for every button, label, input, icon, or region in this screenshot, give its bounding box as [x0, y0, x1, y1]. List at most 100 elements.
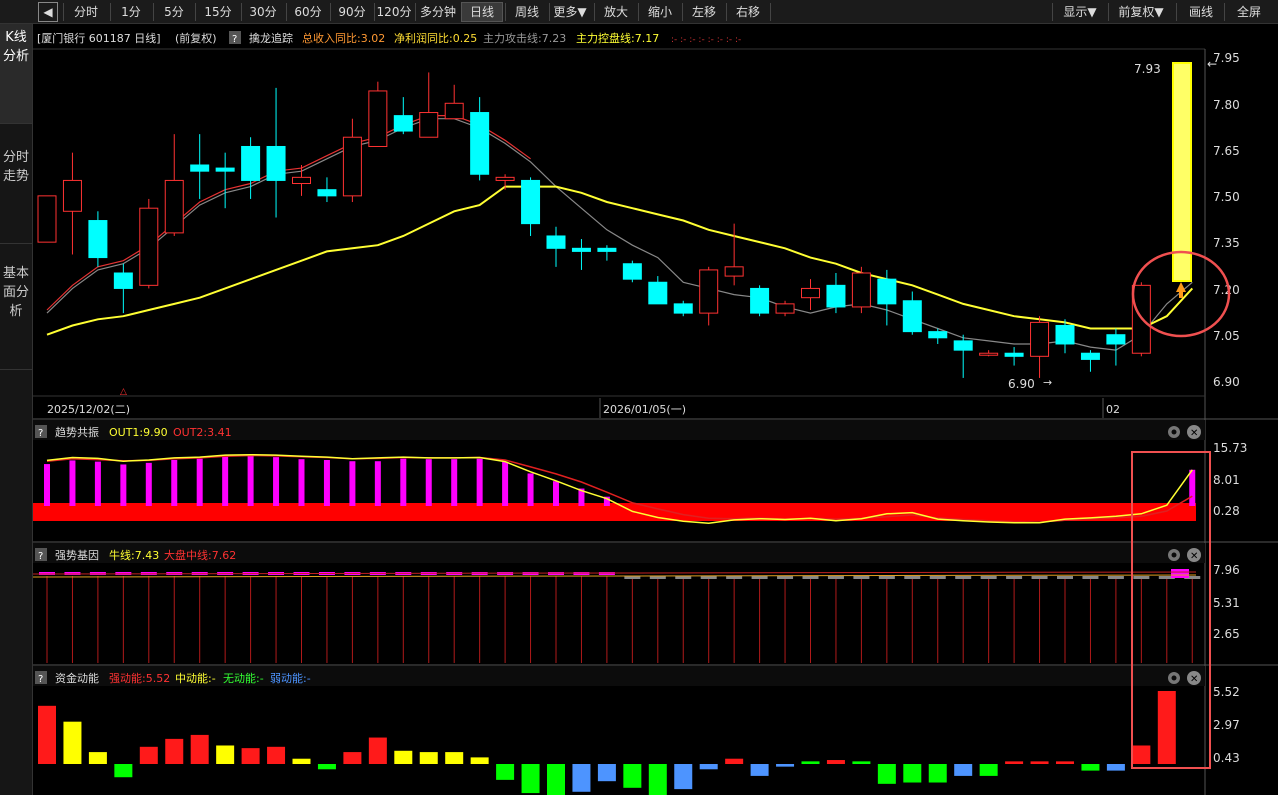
resonance-bar — [476, 458, 483, 506]
momentum-bar — [776, 764, 795, 767]
candle-body — [877, 278, 897, 305]
candle-body — [113, 272, 133, 289]
momentum-bar — [648, 764, 667, 795]
momentum-bar — [979, 764, 998, 776]
momentum-bar — [877, 764, 896, 784]
resonance-bar — [196, 458, 203, 506]
momentum-bar — [547, 764, 565, 795]
candle-body — [902, 300, 922, 333]
candle-body — [546, 235, 566, 249]
candle-body — [826, 284, 846, 308]
fullscreen-button[interactable]: 全屏 — [1228, 2, 1270, 22]
tab-15min[interactable]: 15分 — [198, 2, 238, 22]
momentum-bar — [1132, 745, 1151, 764]
svg-text:✕: ✕ — [1190, 551, 1198, 562]
resonance-bar — [247, 455, 254, 506]
candle-body — [775, 303, 795, 314]
tab-60min[interactable]: 60分 — [288, 2, 328, 22]
momentum-bar — [903, 764, 922, 783]
tab-minute[interactable]: 分时 — [66, 2, 106, 22]
momentum-bar — [1081, 764, 1100, 771]
tab-5min[interactable]: 5分 — [156, 2, 192, 22]
more-menu[interactable]: 更多▼ — [550, 2, 590, 22]
panel1-tick: 8.01 — [1213, 473, 1240, 487]
panel1-out1: OUT1:9.90 — [109, 426, 168, 439]
momentum-bar — [1106, 764, 1125, 771]
sidebar-tab-fundamental[interactable]: 基本面分析 — [0, 260, 32, 370]
indicator-name: 擒龙追踪 — [249, 31, 293, 45]
gene-marker — [878, 576, 895, 579]
momentum-bar — [750, 764, 769, 776]
sidebar-tab-intraday[interactable]: 分时走势 — [0, 144, 32, 244]
panel3-tick: 2.97 — [1213, 718, 1240, 732]
candle-body — [1004, 352, 1024, 357]
draw-button[interactable]: 画线 — [1180, 2, 1222, 22]
zoom-in-button[interactable]: 放大 — [596, 2, 636, 22]
panel2-tick: 7.96 — [1213, 563, 1240, 577]
candle-body — [470, 112, 490, 175]
tab-multi-minute[interactable]: 多分钟 — [417, 2, 459, 22]
tab-30min[interactable]: 30分 — [243, 2, 283, 22]
move-right-button[interactable]: 右移 — [728, 2, 768, 22]
display-menu[interactable]: 显示▼ — [1055, 2, 1105, 22]
tab-90min[interactable]: 90分 — [332, 2, 372, 22]
momentum-bar — [445, 752, 464, 764]
tab-1min[interactable]: 1分 — [113, 2, 149, 22]
momentum-bar — [801, 761, 820, 764]
momentum-bar — [572, 764, 591, 792]
candle-body — [521, 179, 541, 225]
momentum-bar — [139, 746, 158, 764]
gene-marker — [700, 576, 717, 579]
momentum-bar — [292, 758, 311, 764]
momentum-bar — [1157, 691, 1176, 764]
gene-marker — [904, 576, 921, 579]
momentum-bar — [419, 752, 438, 764]
momentum-bar — [1056, 761, 1074, 764]
zoom-out-button[interactable]: 缩小 — [640, 2, 680, 22]
momentum-bar — [496, 764, 515, 780]
sidebar-tab-kline[interactable]: K线分析 — [0, 24, 32, 124]
panel3-tick: 5.52 — [1213, 685, 1240, 699]
period-toolbar: ◀ 分时 1分 5分 15分 30分 60分 90分 120分 多分钟 日线 周… — [0, 0, 1278, 24]
tab-weekly[interactable]: 周线 — [507, 2, 547, 22]
gene-marker — [751, 576, 768, 579]
resonance-bar — [527, 473, 534, 506]
panel3-weak: 弱动能:- — [270, 671, 311, 685]
resonance-bar — [553, 481, 559, 506]
panel2-bull: 牛线:7.43 — [109, 548, 159, 562]
candle-body — [801, 287, 820, 299]
svg-text:✕: ✕ — [1190, 674, 1198, 685]
momentum-bar — [63, 721, 82, 764]
resonance-bar — [69, 460, 76, 506]
gene-marker — [1057, 576, 1073, 579]
price-tick: 7.80 — [1213, 98, 1240, 112]
svg-text:?: ? — [232, 34, 237, 45]
back-arrow-icon[interactable]: ◀ — [38, 2, 58, 22]
gene-marker — [929, 576, 946, 579]
adjust-menu[interactable]: 前复权▼ — [1110, 2, 1172, 22]
momentum-bar — [928, 764, 947, 783]
svg-text:?: ? — [38, 551, 43, 562]
date-label-1: 2025/12/02(二) — [47, 403, 130, 416]
candle-body — [88, 220, 108, 259]
panel3-medium: 中动能:- — [175, 671, 216, 685]
momentum-bar — [1030, 761, 1049, 764]
candle-body — [622, 263, 642, 280]
chart-area[interactable]: [厦门银行 601187 日线] (前复权) ? 擒龙追踪 总收入同比:3.02… — [33, 24, 1278, 795]
resonance-bar — [273, 457, 280, 506]
svg-text:?: ? — [38, 428, 43, 439]
gene-marker — [1082, 576, 1099, 579]
tab-daily[interactable]: 日线 — [461, 2, 503, 22]
move-left-button[interactable]: 左移 — [684, 2, 724, 22]
red-band — [33, 503, 1196, 521]
gene-marker — [649, 576, 666, 579]
gene-marker — [1031, 576, 1048, 579]
tab-120min[interactable]: 120分 — [375, 2, 413, 22]
panel2-title: 强势基因 — [55, 549, 99, 562]
price-tick: 7.50 — [1213, 190, 1240, 204]
candle-body — [648, 281, 668, 305]
momentum-bar — [1005, 761, 1024, 764]
high-price-label: 7.93 — [1134, 62, 1161, 76]
panel3-none: 无动能:- — [223, 671, 264, 685]
momentum-bar — [826, 760, 845, 764]
